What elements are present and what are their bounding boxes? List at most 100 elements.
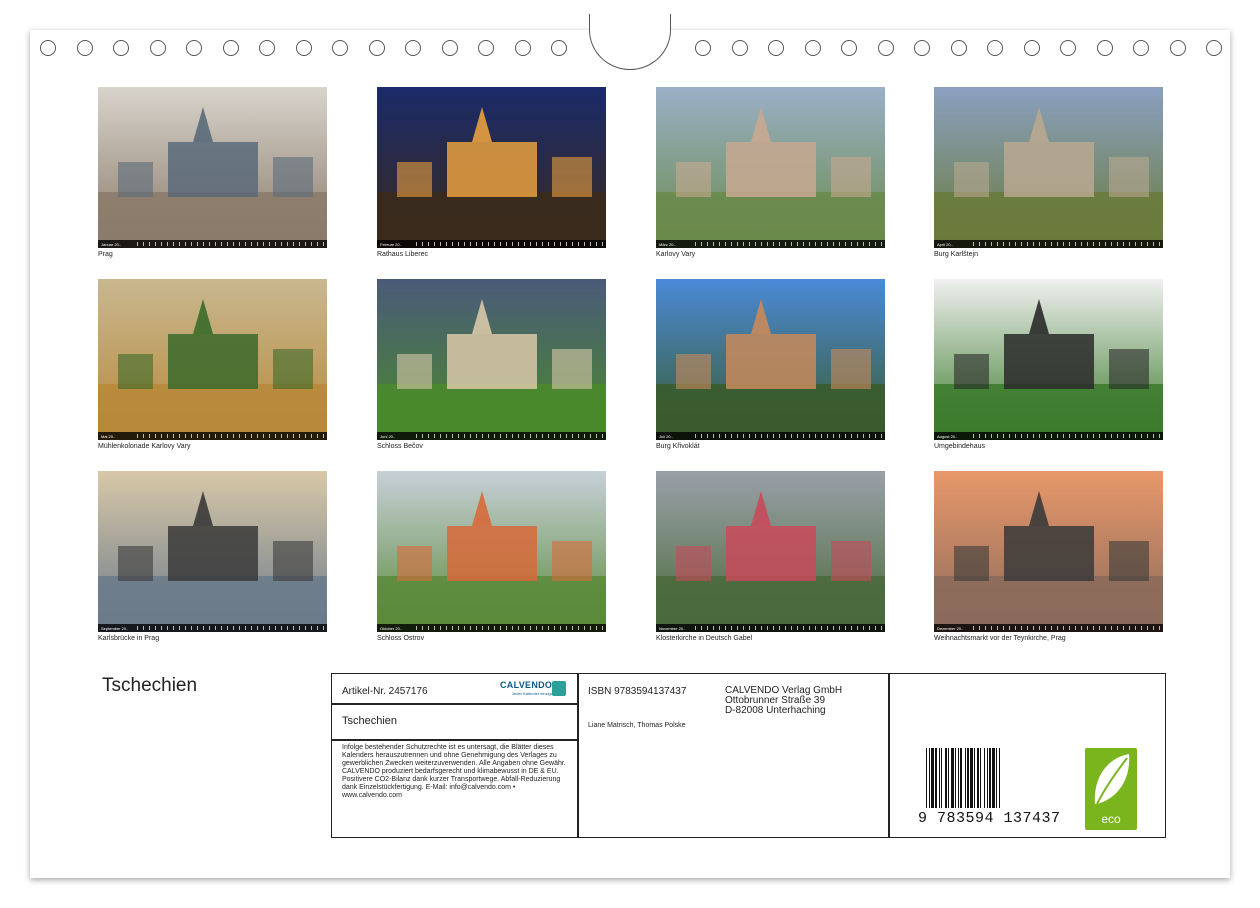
binding-hole <box>804 40 821 56</box>
binding-hole <box>186 40 202 56</box>
month-label: April 20.. <box>937 241 953 247</box>
calendar-strip: Juli 20.. <box>656 432 885 440</box>
info-title: Tschechien <box>342 715 398 727</box>
month-thumbnail: Juli 20.. Burg Křivoklát <box>656 279 885 450</box>
legal-notice: Infolge bestehender Schutzrechte ist es … <box>342 744 566 799</box>
day-ticks <box>695 242 882 246</box>
barcode-bar <box>1000 748 1002 808</box>
month-label: Oktober 20.. <box>380 625 403 631</box>
photo-caption: Prag <box>98 251 113 258</box>
binding-hole <box>914 40 930 56</box>
calendar-strip: April 20.. <box>934 240 1163 248</box>
binding-hole <box>1206 40 1222 56</box>
cover-title: Tschechien <box>102 675 198 696</box>
day-ticks <box>416 242 603 246</box>
divider <box>332 703 577 705</box>
barcode-bars <box>926 748 1050 808</box>
photo: Februar 20.. <box>377 87 606 248</box>
photo: Oktober 20.. <box>377 471 606 632</box>
month-thumbnail: Juni 20.. Schloss Bečov <box>377 279 606 450</box>
photo: August 20.. <box>934 279 1163 440</box>
photo: Juli 20.. <box>656 279 885 440</box>
binding-hole <box>1023 40 1040 56</box>
photo-caption: Burg Karlštejn <box>934 251 978 258</box>
day-ticks <box>416 626 603 630</box>
photo-caption: Rathaus Liberec <box>377 251 428 258</box>
day-ticks <box>416 434 603 438</box>
binding-hole <box>1133 40 1149 56</box>
binding-hole <box>514 40 531 56</box>
day-ticks <box>695 434 882 438</box>
binding-hole <box>731 40 748 56</box>
day-ticks <box>137 434 324 438</box>
binding-hole <box>877 40 894 56</box>
logo-mark-icon <box>552 681 566 696</box>
divider <box>577 674 579 837</box>
month-thumbnail: Dezember 20.. Weihnachtsmarkt vor der Tey… <box>934 471 1163 642</box>
binding-hole <box>695 40 711 56</box>
month-label: März 20.. <box>659 241 676 247</box>
photo-caption: Weihnachtsmarkt vor der Teynkirche, Prag <box>934 635 1066 642</box>
photo: April 20.. <box>934 87 1163 248</box>
calendar-strip: Januar 20.. <box>98 240 327 248</box>
month-thumbnail: Oktober 20.. Schloss Ostrov <box>377 471 606 642</box>
photo-caption: Klosterkirche in Deutsch Gabel <box>656 635 753 642</box>
photo: März 20.. <box>656 87 885 248</box>
article-number: Artikel-Nr. 2457176 <box>342 686 428 697</box>
photo-caption: Schloss Bečov <box>377 443 423 450</box>
photo-caption: Schloss Ostrov <box>377 635 425 642</box>
calendar-strip: Oktober 20.. <box>377 624 606 632</box>
month-thumbnail: April 20.. Burg Karlštejn <box>934 87 1163 258</box>
calendar-strip: Februar 20.. <box>377 240 606 248</box>
binding-hole <box>1096 40 1113 56</box>
month-label: Juni 20.. <box>380 433 396 439</box>
calvendo-logo: CALVENDO Jeder Kalender einzigartig <box>500 680 568 698</box>
month-thumbnail: November 20.. Klosterkirche in Deutsch Ga… <box>656 471 885 642</box>
month-thumbnail: Februar 20.. Rathaus Liberec <box>377 87 606 258</box>
leaf-icon <box>1094 754 1130 805</box>
calendar-strip: Juni 20.. <box>377 432 606 440</box>
isbn: ISBN 9783594137437 <box>588 686 687 697</box>
binding-hole <box>222 40 239 56</box>
eco-label: eco <box>1101 812 1121 826</box>
divider <box>888 674 890 837</box>
photo: November 20.. <box>656 471 885 632</box>
month-label: Februar 20.. <box>380 241 402 247</box>
day-ticks <box>695 626 882 630</box>
binding-hole <box>332 40 348 56</box>
calendar-strip: Dezember 20.. <box>934 624 1163 632</box>
month-thumbnail: Mai 20.. Mühlenkolonade Karlovy Vary <box>98 279 327 450</box>
binding-hole <box>478 40 494 56</box>
month-label: August 20.. <box>937 433 958 439</box>
month-label: Januar 20.. <box>101 241 122 247</box>
logo-brand: CALVENDO <box>500 680 553 690</box>
day-ticks <box>137 626 324 630</box>
calendar-strip: November 20.. <box>656 624 885 632</box>
binding-hole <box>149 40 166 56</box>
eco-badge: eco <box>1085 748 1137 830</box>
photo: Juni 20.. <box>377 279 606 440</box>
binding-hole <box>987 40 1003 56</box>
day-ticks <box>973 434 1160 438</box>
binding-hole <box>1169 40 1186 56</box>
binding-hole <box>768 40 784 56</box>
calendar-strip: März 20.. <box>656 240 885 248</box>
binding-hole <box>405 40 421 56</box>
binding-hole <box>368 40 385 56</box>
calendar-strip: Mai 20.. <box>98 432 327 440</box>
binding-hole <box>295 40 312 56</box>
authors: Liane Matrisch, Thomas Polske <box>588 722 686 729</box>
binding-hole <box>841 40 857 56</box>
month-label: Mai 20.. <box>101 433 116 439</box>
binding-hole <box>1060 40 1076 56</box>
photo-caption: Mühlenkolonade Karlovy Vary <box>98 443 191 450</box>
binding-hole <box>113 40 129 56</box>
binding-hole <box>76 40 93 56</box>
photo: September 20.. <box>98 471 327 632</box>
month-label: Juli 20.. <box>659 433 673 439</box>
publisher-city: D-82008 Unterhaching <box>725 705 826 716</box>
month-thumbnail: August 20.. Umgebindehaus <box>934 279 1163 450</box>
photo-caption: Burg Křivoklát <box>656 443 700 450</box>
photo-caption: Umgebindehaus <box>934 443 985 450</box>
day-ticks <box>973 626 1160 630</box>
